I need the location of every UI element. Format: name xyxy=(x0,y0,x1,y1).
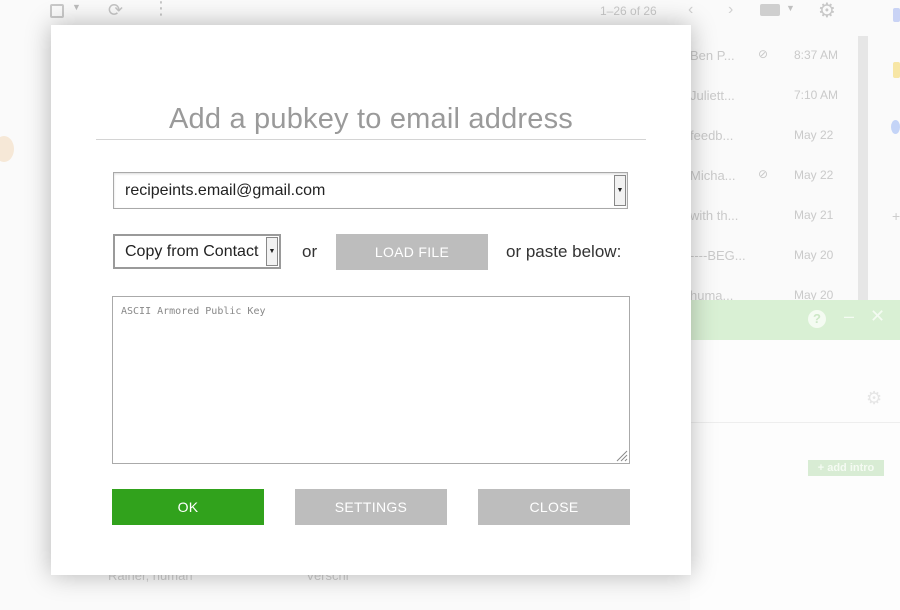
table-row[interactable]: feedb... May 22 xyxy=(690,116,862,156)
gear-icon[interactable]: ⚙ xyxy=(818,0,836,23)
table-row[interactable]: Juliett... 7:10 AM xyxy=(690,76,862,116)
avatar xyxy=(0,136,14,162)
divider xyxy=(690,422,900,423)
select-all-checkbox[interactable] xyxy=(50,4,64,18)
chevron-down-icon[interactable]: ▼ xyxy=(266,237,278,266)
contact-select-value: Copy from Contact xyxy=(125,243,259,260)
list-scrollbar[interactable] xyxy=(858,36,868,306)
add-intro-button[interactable]: + add intro xyxy=(808,460,884,476)
chevron-down-icon[interactable]: ▼ xyxy=(786,3,795,13)
email-address-select[interactable]: recipeints.email@gmail.com ▼ xyxy=(113,172,628,209)
tasks-icon[interactable] xyxy=(891,120,900,134)
or-label: or xyxy=(302,242,318,261)
add-pubkey-dialog: Add a pubkey to email address recipeints… xyxy=(51,25,691,575)
attachment-icon: ⊘ xyxy=(758,167,769,181)
email-list: Ben P... ⊘ 8:37 AM Juliett... 7:10 AM fe… xyxy=(690,36,862,316)
minimize-icon[interactable]: – xyxy=(844,306,854,327)
table-row[interactable]: with th... May 21 xyxy=(690,196,862,236)
table-row[interactable]: ----BEG... May 20 xyxy=(690,236,862,276)
email-select-value: recipeints.email@gmail.com xyxy=(125,182,326,199)
more-vertical-icon[interactable]: ⋮ xyxy=(152,0,170,19)
gear-icon[interactable]: ⚙ xyxy=(866,388,882,409)
keyboard-icon[interactable] xyxy=(760,4,780,16)
chevron-down-icon[interactable]: ▼ xyxy=(72,2,81,12)
help-icon[interactable]: ? xyxy=(808,310,826,328)
chevron-left-icon[interactable]: ‹ xyxy=(688,1,693,19)
close-button[interactable]: CLOSE xyxy=(478,489,630,525)
mail-toolbar: ▼ ⟳ ⋮ 1–26 of 26 ‹ › ▼ ⚙ xyxy=(0,0,900,28)
pager-count: 1–26 of 26 xyxy=(600,4,657,18)
ok-button[interactable]: OK xyxy=(112,489,264,525)
attachment-icon: ⊘ xyxy=(758,47,769,61)
paste-below-label: or paste below: xyxy=(506,242,622,261)
plus-icon[interactable]: + xyxy=(892,208,900,224)
resize-handle-icon[interactable] xyxy=(615,449,628,462)
table-row[interactable]: Micha... ⊘ May 22 xyxy=(690,156,862,196)
refresh-icon[interactable]: ⟳ xyxy=(108,0,123,21)
close-icon[interactable]: ✕ xyxy=(870,306,885,327)
table-row[interactable]: Ben P... ⊘ 8:37 AM xyxy=(690,36,862,76)
settings-button[interactable]: SETTINGS xyxy=(295,489,447,525)
keep-icon[interactable] xyxy=(893,62,900,78)
public-key-textarea[interactable] xyxy=(112,296,630,464)
dialog-title: Add a pubkey to email address xyxy=(169,103,573,135)
load-file-button[interactable]: LOAD FILE xyxy=(336,234,488,270)
title-divider xyxy=(96,139,646,140)
chevron-down-icon[interactable]: ▼ xyxy=(614,175,626,206)
calendar-icon[interactable] xyxy=(893,8,900,22)
compose-header: ? – ✕ xyxy=(690,300,900,340)
copy-from-contact-select[interactable]: Copy from Contact ▼ xyxy=(113,234,281,269)
chevron-right-icon[interactable]: › xyxy=(728,1,733,19)
